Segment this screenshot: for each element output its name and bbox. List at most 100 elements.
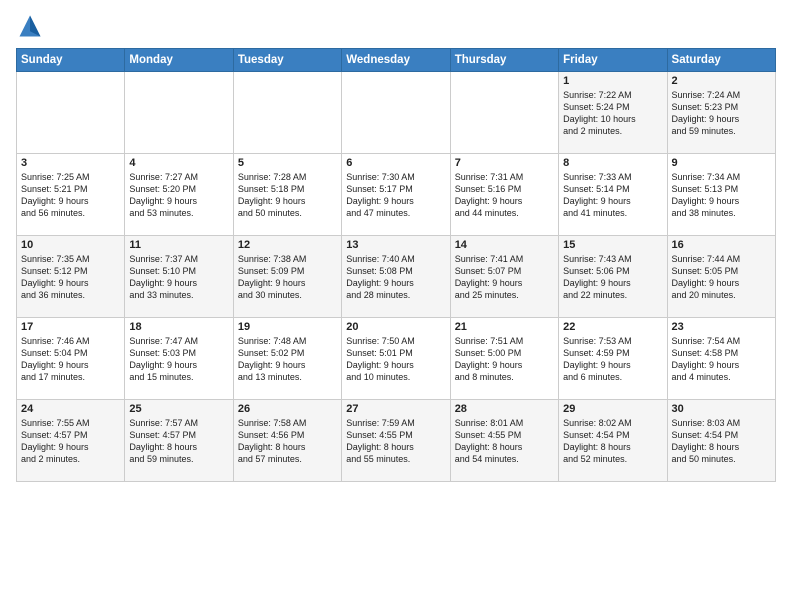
calendar-week-3: 10 Sunrise: 7:35 AM Sunset: 5:12 PM Dayli… bbox=[17, 236, 776, 318]
day-info: Sunrise: 8:03 AM Sunset: 4:54 PM Dayligh… bbox=[672, 417, 771, 466]
day-number: 22 bbox=[563, 321, 662, 333]
day-info: Sunrise: 7:34 AM Sunset: 5:13 PM Dayligh… bbox=[672, 171, 771, 220]
day-number: 12 bbox=[238, 239, 337, 251]
calendar-week-2: 3Sunrise: 7:25 AM Sunset: 5:21 PM Daylig… bbox=[17, 154, 776, 236]
calendar-cell: 7 Sunrise: 7:31 AM Sunset: 5:16 PM Daylig… bbox=[450, 154, 558, 236]
day-number: 6 bbox=[346, 157, 445, 169]
weekday-header-monday: Monday bbox=[125, 49, 233, 72]
day-info: Sunrise: 7:28 AM Sunset: 5:18 PM Dayligh… bbox=[238, 171, 337, 220]
calendar-cell: 23 Sunrise: 7:54 AM Sunset: 4:58 PM Dayli… bbox=[667, 318, 775, 400]
day-number: 9 bbox=[672, 157, 771, 169]
calendar-cell: 9 Sunrise: 7:34 AM Sunset: 5:13 PM Daylig… bbox=[667, 154, 775, 236]
calendar-cell: 8 Sunrise: 7:33 AM Sunset: 5:14 PM Daylig… bbox=[559, 154, 667, 236]
day-info: Sunrise: 7:31 AM Sunset: 5:16 PM Dayligh… bbox=[455, 171, 554, 220]
weekday-header-tuesday: Tuesday bbox=[233, 49, 341, 72]
day-number: 24 bbox=[21, 403, 120, 415]
day-info: Sunrise: 7:44 AM Sunset: 5:05 PM Dayligh… bbox=[672, 253, 771, 302]
day-info: Sunrise: 7:55 AM Sunset: 4:57 PM Dayligh… bbox=[21, 417, 120, 466]
day-number: 1 bbox=[563, 75, 662, 87]
day-number: 11 bbox=[129, 239, 228, 251]
calendar-week-4: 17 Sunrise: 7:46 AM Sunset: 5:04 PM Dayli… bbox=[17, 318, 776, 400]
day-info: Sunrise: 7:51 AM Sunset: 5:00 PM Dayligh… bbox=[455, 335, 554, 384]
calendar-cell: 22 Sunrise: 7:53 AM Sunset: 4:59 PM Dayli… bbox=[559, 318, 667, 400]
day-info: Sunrise: 7:41 AM Sunset: 5:07 PM Dayligh… bbox=[455, 253, 554, 302]
day-number: 26 bbox=[238, 403, 337, 415]
day-info: Sunrise: 7:25 AM Sunset: 5:21 PM Dayligh… bbox=[21, 171, 120, 220]
day-number: 18 bbox=[129, 321, 228, 333]
calendar-cell: 1Sunrise: 7:22 AM Sunset: 5:24 PM Daylig… bbox=[559, 72, 667, 154]
calendar-cell: 29Sunrise: 8:02 AM Sunset: 4:54 PM Dayli… bbox=[559, 400, 667, 482]
day-number: 27 bbox=[346, 403, 445, 415]
day-number: 25 bbox=[129, 403, 228, 415]
day-number: 20 bbox=[346, 321, 445, 333]
calendar-cell: 20Sunrise: 7:50 AM Sunset: 5:01 PM Dayli… bbox=[342, 318, 450, 400]
day-info: Sunrise: 7:24 AM Sunset: 5:23 PM Dayligh… bbox=[672, 89, 771, 138]
calendar-table: SundayMondayTuesdayWednesdayThursdayFrid… bbox=[16, 48, 776, 482]
calendar-cell: 28 Sunrise: 8:01 AM Sunset: 4:55 PM Dayli… bbox=[450, 400, 558, 482]
weekday-header-friday: Friday bbox=[559, 49, 667, 72]
calendar-cell bbox=[450, 72, 558, 154]
calendar-cell bbox=[342, 72, 450, 154]
calendar-cell: 13 Sunrise: 7:40 AM Sunset: 5:08 PM Dayli… bbox=[342, 236, 450, 318]
calendar-cell: 4Sunrise: 7:27 AM Sunset: 5:20 PM Daylig… bbox=[125, 154, 233, 236]
day-info: Sunrise: 7:43 AM Sunset: 5:06 PM Dayligh… bbox=[563, 253, 662, 302]
day-number: 5 bbox=[238, 157, 337, 169]
calendar-cell: 27 Sunrise: 7:59 AM Sunset: 4:55 PM Dayli… bbox=[342, 400, 450, 482]
day-number: 10 bbox=[21, 239, 120, 251]
day-info: Sunrise: 7:46 AM Sunset: 5:04 PM Dayligh… bbox=[21, 335, 120, 384]
logo-icon bbox=[16, 12, 44, 40]
calendar-week-5: 24 Sunrise: 7:55 AM Sunset: 4:57 PM Dayli… bbox=[17, 400, 776, 482]
calendar-week-1: 1Sunrise: 7:22 AM Sunset: 5:24 PM Daylig… bbox=[17, 72, 776, 154]
calendar-cell: 17 Sunrise: 7:46 AM Sunset: 5:04 PM Dayli… bbox=[17, 318, 125, 400]
day-number: 19 bbox=[238, 321, 337, 333]
day-info: Sunrise: 7:40 AM Sunset: 5:08 PM Dayligh… bbox=[346, 253, 445, 302]
calendar-cell: 3Sunrise: 7:25 AM Sunset: 5:21 PM Daylig… bbox=[17, 154, 125, 236]
day-number: 29 bbox=[563, 403, 662, 415]
day-number: 21 bbox=[455, 321, 554, 333]
day-info: Sunrise: 8:01 AM Sunset: 4:55 PM Dayligh… bbox=[455, 417, 554, 466]
day-info: Sunrise: 7:59 AM Sunset: 4:55 PM Dayligh… bbox=[346, 417, 445, 466]
calendar-cell bbox=[17, 72, 125, 154]
calendar-cell bbox=[125, 72, 233, 154]
calendar-cell: 15Sunrise: 7:43 AM Sunset: 5:06 PM Dayli… bbox=[559, 236, 667, 318]
calendar-cell bbox=[233, 72, 341, 154]
day-number: 16 bbox=[672, 239, 771, 251]
weekday-header-saturday: Saturday bbox=[667, 49, 775, 72]
day-number: 17 bbox=[21, 321, 120, 333]
day-number: 8 bbox=[563, 157, 662, 169]
logo bbox=[16, 12, 48, 40]
calendar-cell: 2 Sunrise: 7:24 AM Sunset: 5:23 PM Daylig… bbox=[667, 72, 775, 154]
weekday-header-wednesday: Wednesday bbox=[342, 49, 450, 72]
day-number: 4 bbox=[129, 157, 228, 169]
calendar-cell: 21 Sunrise: 7:51 AM Sunset: 5:00 PM Dayli… bbox=[450, 318, 558, 400]
calendar-cell: 11Sunrise: 7:37 AM Sunset: 5:10 PM Dayli… bbox=[125, 236, 233, 318]
day-number: 13 bbox=[346, 239, 445, 251]
header bbox=[16, 12, 776, 40]
weekday-header-thursday: Thursday bbox=[450, 49, 558, 72]
calendar-cell: 10 Sunrise: 7:35 AM Sunset: 5:12 PM Dayli… bbox=[17, 236, 125, 318]
day-info: Sunrise: 7:53 AM Sunset: 4:59 PM Dayligh… bbox=[563, 335, 662, 384]
calendar-cell: 30 Sunrise: 8:03 AM Sunset: 4:54 PM Dayli… bbox=[667, 400, 775, 482]
day-info: Sunrise: 7:48 AM Sunset: 5:02 PM Dayligh… bbox=[238, 335, 337, 384]
day-number: 23 bbox=[672, 321, 771, 333]
calendar-cell: 26Sunrise: 7:58 AM Sunset: 4:56 PM Dayli… bbox=[233, 400, 341, 482]
day-info: Sunrise: 7:57 AM Sunset: 4:57 PM Dayligh… bbox=[129, 417, 228, 466]
day-number: 7 bbox=[455, 157, 554, 169]
day-number: 2 bbox=[672, 75, 771, 87]
calendar-body: 1Sunrise: 7:22 AM Sunset: 5:24 PM Daylig… bbox=[17, 72, 776, 482]
calendar-header-row: SundayMondayTuesdayWednesdayThursdayFrid… bbox=[17, 49, 776, 72]
day-number: 28 bbox=[455, 403, 554, 415]
day-info: Sunrise: 7:30 AM Sunset: 5:17 PM Dayligh… bbox=[346, 171, 445, 220]
calendar-cell: 19 Sunrise: 7:48 AM Sunset: 5:02 PM Dayli… bbox=[233, 318, 341, 400]
day-number: 30 bbox=[672, 403, 771, 415]
calendar-cell: 18 Sunrise: 7:47 AM Sunset: 5:03 PM Dayli… bbox=[125, 318, 233, 400]
weekday-header-sunday: Sunday bbox=[17, 49, 125, 72]
calendar-cell: 5 Sunrise: 7:28 AM Sunset: 5:18 PM Daylig… bbox=[233, 154, 341, 236]
calendar-cell: 16 Sunrise: 7:44 AM Sunset: 5:05 PM Dayli… bbox=[667, 236, 775, 318]
day-info: Sunrise: 7:54 AM Sunset: 4:58 PM Dayligh… bbox=[672, 335, 771, 384]
page: SundayMondayTuesdayWednesdayThursdayFrid… bbox=[0, 0, 792, 612]
day-info: Sunrise: 7:33 AM Sunset: 5:14 PM Dayligh… bbox=[563, 171, 662, 220]
day-info: Sunrise: 7:35 AM Sunset: 5:12 PM Dayligh… bbox=[21, 253, 120, 302]
calendar-cell: 24 Sunrise: 7:55 AM Sunset: 4:57 PM Dayli… bbox=[17, 400, 125, 482]
day-info: Sunrise: 7:47 AM Sunset: 5:03 PM Dayligh… bbox=[129, 335, 228, 384]
